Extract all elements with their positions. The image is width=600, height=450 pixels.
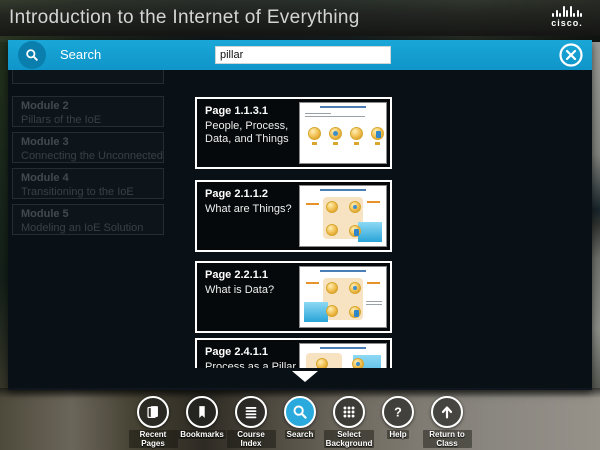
cisco-logo-bars-icon [543, 5, 591, 17]
toolbar-item-course-index[interactable]: Course Index [227, 396, 276, 448]
scroll-more-arrow[interactable] [292, 371, 318, 382]
close-icon [558, 42, 584, 68]
bookmark-icon [193, 403, 211, 421]
toolbar-label: Return to Class [423, 430, 472, 448]
toolbar-label: Recent Pages [129, 430, 178, 448]
module-item-1: What is the IoE? [12, 70, 164, 84]
result-title: What is Data? [205, 284, 297, 297]
module-item-3: Module 3 Connecting the Unconnected [12, 132, 164, 163]
search-overlay-panel: Search What is the IoE? Module 2 Pillars… [8, 40, 592, 390]
cisco-logo: cisco. [543, 5, 591, 28]
close-button[interactable] [558, 42, 584, 68]
result-title: What are Things? [205, 203, 297, 216]
background-grid-icon [340, 403, 358, 421]
recent-pages-icon [144, 403, 162, 421]
search-bar: Search [8, 40, 592, 70]
cisco-logo-text: cisco. [543, 18, 591, 28]
toolbar-item-help[interactable]: ? Help [374, 396, 423, 448]
search-icon [24, 47, 40, 63]
result-title: People, Process, Data, and Things [205, 120, 297, 146]
toolbar-label: Course Index [227, 430, 276, 448]
course-index-icon [242, 403, 260, 421]
toolbar-item-search[interactable]: Search [276, 396, 325, 448]
module-item-5: Module 5 Modeling an IoE Solution [12, 204, 164, 235]
toolbar-label: Select Background [324, 430, 375, 448]
search-label: Search [60, 40, 101, 70]
header-bar: Introduction to the Internet of Everythi… [0, 0, 600, 36]
result-title: Process as a Pillar [205, 361, 297, 368]
search-result-item[interactable]: Page 1.1.3.1 People, Process, Data, and … [195, 97, 392, 169]
toolbar-item-select-background[interactable]: Select Background [325, 396, 374, 448]
search-icon [291, 403, 309, 421]
app-window: Introduction to the Internet of Everythi… [0, 0, 600, 450]
svg-text:?: ? [394, 406, 402, 420]
toolbar-item-recent-pages[interactable]: Recent Pages [129, 396, 178, 448]
background-photo-sea [592, 42, 600, 392]
search-badge [18, 41, 46, 69]
module-item-4: Module 4 Transitioning to the IoE [12, 168, 164, 199]
module-item-2: Module 2 Pillars of the IoE [12, 96, 164, 127]
result-page-number: Page 2.2.1.1 [205, 269, 297, 281]
slide-thumbnail [299, 185, 387, 247]
result-page-number: Page 1.1.3.1 [205, 105, 297, 117]
slide-thumbnail [299, 266, 387, 328]
toolbar-label: Search [285, 430, 316, 439]
search-results-panel: What is the IoE? Module 2 Pillars of the… [8, 70, 592, 390]
slide-thumbnail [299, 102, 387, 164]
return-arrow-icon [438, 403, 456, 421]
toolbar-label: Bookmarks [178, 430, 226, 439]
search-result-item[interactable]: Page 2.2.1.1 What is Data? [195, 261, 392, 333]
toolbar-label: Help [387, 430, 408, 439]
page-title: Introduction to the Internet of Everythi… [0, 7, 360, 29]
search-input[interactable] [215, 46, 391, 64]
search-result-item[interactable]: Page 2.1.1.2 What are Things? [195, 180, 392, 252]
search-result-item[interactable]: Page 2.4.1.1 Process as a Pillar [195, 338, 392, 368]
bottom-toolbar: Recent Pages Bookmarks Course Index [0, 396, 600, 448]
toolbar-item-bookmarks[interactable]: Bookmarks [178, 396, 227, 448]
slide-thumbnail [299, 343, 387, 368]
result-page-number: Page 2.1.1.2 [205, 188, 297, 200]
help-icon: ? [389, 403, 407, 421]
result-page-number: Page 2.4.1.1 [205, 346, 297, 358]
toolbar-item-return-to-class[interactable]: Return to Class [423, 396, 472, 448]
